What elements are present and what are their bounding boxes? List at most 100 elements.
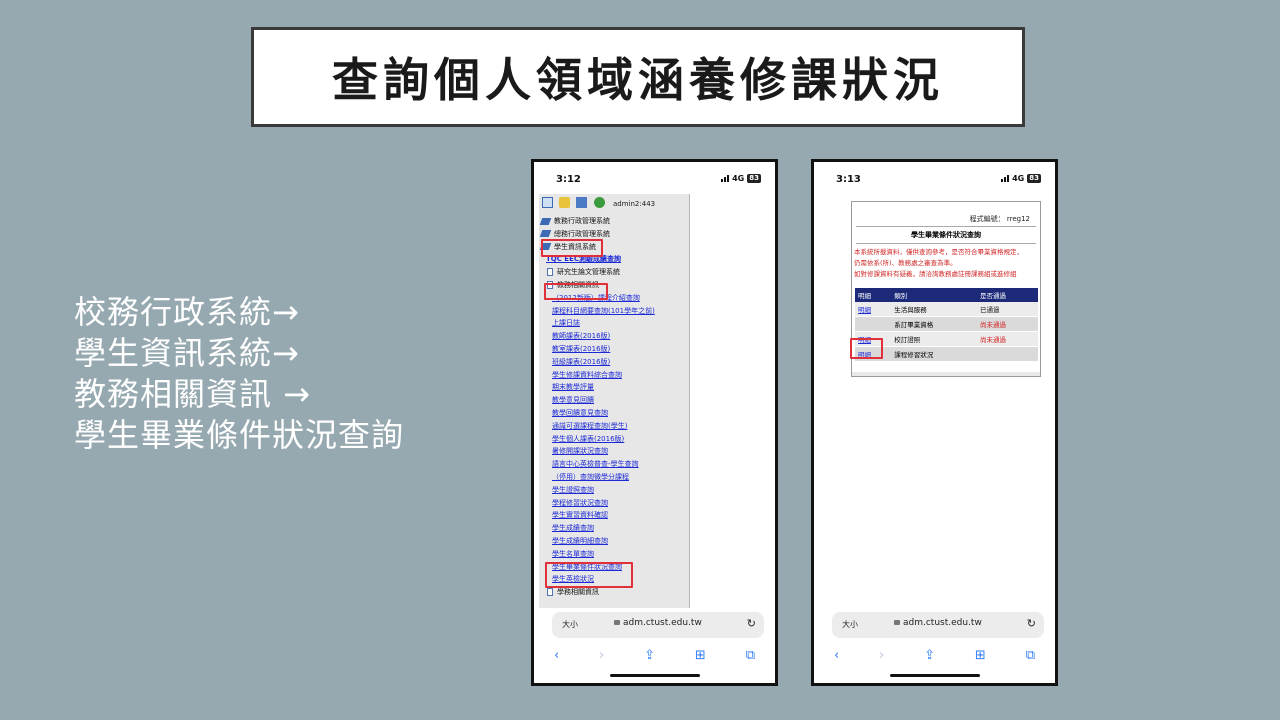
- menu-item-label: 通識可選課程查詢(學生): [552, 421, 628, 430]
- category-cell: 生活與服務: [891, 302, 977, 317]
- signal-icon: [1001, 175, 1010, 182]
- menu-item[interactable]: 教師課表(2016版): [539, 330, 689, 342]
- menu-item[interactable]: 學生證照查詢: [539, 484, 689, 496]
- category-cell: 課程修習狀況: [891, 346, 977, 362]
- status-cell: 尚未通過: [977, 331, 1038, 347]
- menu-item[interactable]: （停用）查詢微學分課程: [539, 471, 689, 483]
- menu-item[interactable]: 學生實習資料確認: [539, 509, 689, 521]
- menu-item[interactable]: 學生個人課表(2016版): [539, 433, 689, 445]
- detail-link[interactable]: 明細: [855, 302, 892, 317]
- signal-icon: [721, 175, 730, 182]
- menu-item-label: 課程科目網要查詢(101學年之前): [552, 306, 655, 315]
- tabs-icon[interactable]: ⧉: [1026, 648, 1035, 663]
- menu-item[interactable]: 學生成績查詢: [539, 522, 689, 534]
- col-status: 是否通過: [977, 288, 1038, 302]
- user-label: admin2:443: [613, 200, 656, 208]
- network-label: 4G: [1012, 174, 1025, 183]
- step-2: 學生資訊系統→: [74, 334, 300, 372]
- bookmarks-icon[interactable]: ⊞: [695, 648, 706, 663]
- menu-item-label: 班級課表(2016版): [552, 357, 611, 366]
- menu-item-label: 研究生論文管理系統: [557, 268, 620, 277]
- menu-item[interactable]: 期末教學評量: [539, 381, 689, 393]
- detail-link: [855, 316, 892, 332]
- highlight-academic-info: [544, 283, 608, 300]
- menu-item-label: 學生實習資料確認: [552, 511, 608, 520]
- menu-item[interactable]: 學生名單查詢: [539, 548, 689, 560]
- menu-item-label: 學生修課資料綜合查詢: [552, 370, 622, 379]
- slide-title-box: 查詢個人領域涵養修課狀況: [251, 27, 1025, 127]
- menu-item-label: 暑修開課狀況查詢: [552, 447, 608, 456]
- network-label: 4G: [732, 174, 745, 183]
- share-icon[interactable]: ⇪: [644, 648, 655, 663]
- category-cell: 系訂畢業資格: [891, 316, 977, 332]
- back-icon[interactable]: ‹: [554, 648, 559, 663]
- menu-item[interactable]: 教學回饋意見查詢: [539, 407, 689, 419]
- menu-item-label: 學生名單查詢: [552, 549, 594, 558]
- steps-text: 校務行政系統→ 學生資訊系統→ 教務相關資訊 → 學生畢業條件狀況查詢: [74, 292, 404, 456]
- menu-item-label: 學生成績明細查詢: [552, 537, 608, 545]
- report-footer: [852, 372, 1040, 376]
- reload-icon[interactable]: ↻: [747, 617, 756, 630]
- text-size-button[interactable]: 大小: [562, 619, 578, 630]
- menu-item-label: 學生證照查詢: [552, 485, 594, 494]
- bookmarks-icon[interactable]: ⊞: [975, 648, 986, 663]
- url-text: adm.ctust.edu.tw: [894, 618, 982, 628]
- home-indicator: [610, 674, 700, 677]
- report-note-2: 仍需依系(所)、教務處之審查為準。: [854, 259, 957, 267]
- text-size-button[interactable]: 大小: [842, 619, 858, 630]
- address-bar[interactable]: 大小 adm.ctust.edu.tw ↻: [552, 612, 764, 638]
- lock-icon: [614, 620, 620, 625]
- menu-item-label: 語言中心英檢普查-學生查詢: [552, 460, 639, 469]
- grid-icon[interactable]: [542, 197, 553, 208]
- status-cell: 已通過: [977, 302, 1038, 317]
- folder-icon: [539, 230, 552, 238]
- menu-item[interactable]: 教學意見回饋: [539, 394, 689, 406]
- table-row: 系訂畢業資格 尚未通過: [855, 316, 1038, 332]
- forward-icon[interactable]: ›: [599, 648, 604, 663]
- highlight-student-info: [541, 239, 603, 257]
- status-bar: 3:13 4G 83: [814, 162, 1055, 194]
- menu-item[interactable]: 教務行政管理系統: [539, 215, 689, 227]
- status-cell: 尚未通過: [977, 316, 1038, 332]
- share-icon[interactable]: ⇪: [924, 648, 935, 663]
- menu-item[interactable]: 課程科目網要查詢(101學年之前): [539, 305, 689, 317]
- address-bar[interactable]: 大小 adm.ctust.edu.tw ↻: [832, 612, 1044, 638]
- menu-item[interactable]: 班級課表(2016版): [539, 356, 689, 368]
- menu-item-label: 學生個人課表(2016版): [552, 434, 625, 443]
- menu-item[interactable]: 學生修課資料綜合查詢: [539, 369, 689, 381]
- menu-item[interactable]: 暑修開課狀況查詢: [539, 445, 689, 457]
- battery-icon: 83: [747, 174, 761, 183]
- menu-item[interactable]: 通識可選課程查詢(學生): [539, 420, 689, 432]
- browser-toolbar: ‹ › ⇪ ⊞ ⧉: [534, 644, 775, 666]
- status-time: 3:13: [836, 174, 861, 185]
- back-icon[interactable]: ‹: [834, 648, 839, 663]
- status-cell: [977, 346, 1038, 362]
- browser-toolbar: ‹ › ⇪ ⊞ ⧉: [814, 644, 1055, 666]
- reload-icon[interactable]: ↻: [1027, 617, 1036, 630]
- url-text: adm.ctust.edu.tw: [614, 618, 702, 628]
- tabs-icon[interactable]: ⧉: [746, 648, 755, 663]
- document-icon: [547, 588, 553, 597]
- android-icon[interactable]: [594, 197, 605, 208]
- lock-icon[interactable]: [559, 197, 570, 208]
- menu-item[interactable]: 學程修習狀況查詢: [539, 497, 689, 509]
- menu-item-label: 教室課表(2016版): [552, 345, 611, 353]
- forward-icon[interactable]: ›: [879, 648, 884, 663]
- menu-item[interactable]: 教室課表(2016版): [539, 343, 689, 355]
- menu-item[interactable]: 語言中心英檢普查-學生查詢: [539, 458, 689, 470]
- menu-item[interactable]: 學生成績明細查詢: [539, 535, 689, 547]
- table-row: 明細 生活與服務 已通過: [855, 302, 1038, 317]
- menu-item[interactable]: 上課日誌: [539, 317, 689, 329]
- report-title: 學生畢業條件狀況查詢: [856, 226, 1036, 244]
- printer-icon[interactable]: [576, 197, 587, 208]
- menu-item[interactable]: 總務行政管理系統: [539, 228, 689, 240]
- menu-item-label: 教師課表(2016版): [552, 332, 611, 341]
- col-detail: 明細: [855, 288, 892, 302]
- slide-title: 查詢個人領域涵養修課狀況: [332, 53, 944, 107]
- menu-item-label: 學程修習狀況查詢: [552, 498, 608, 507]
- step-3: 教務相關資訊 →: [74, 375, 311, 413]
- menu-item-label: 上課日誌: [552, 319, 580, 328]
- step-4: 學生畢業條件狀況查詢: [74, 416, 405, 454]
- menu-item[interactable]: 研究生論文管理系統: [539, 266, 689, 278]
- report-note-3: 如對修課資料有疑義，請洽詢教務處註冊課務組或進修組: [854, 270, 1017, 278]
